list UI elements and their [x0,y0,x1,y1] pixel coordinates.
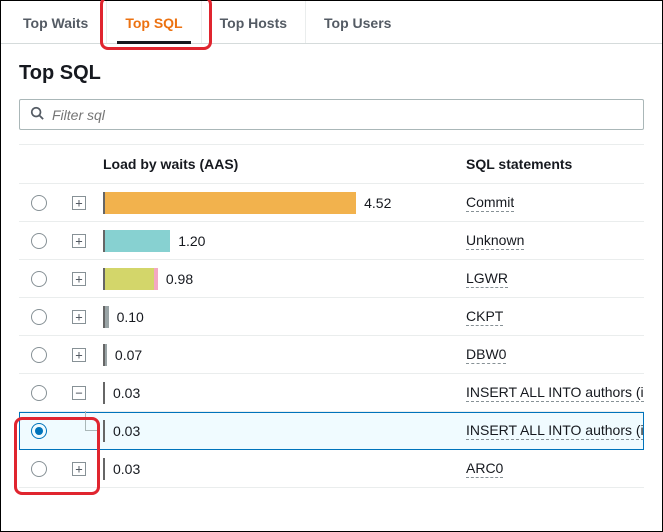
load-bar [103,306,109,328]
expand-icon[interactable]: + [72,348,86,362]
row-radio[interactable] [31,271,47,287]
row-radio[interactable] [31,233,47,249]
expand-icon[interactable]: + [72,234,86,248]
content-panel: Top SQL Load by waits (AAS) SQL statemen… [1,44,662,488]
table-row[interactable]: − 0.03 INSERT ALL INTO authors (id, [19,374,644,412]
tab-top-waits[interactable]: Top Waits [5,1,107,43]
row-radio[interactable] [31,423,47,439]
collapse-icon[interactable]: − [72,386,86,400]
table-row[interactable]: +4.52 Commit [19,184,644,222]
sql-statement-link[interactable]: CKPT [466,308,503,326]
tab-top-sql[interactable]: Top SQL [107,1,201,43]
table-header: Load by waits (AAS) SQL statements [19,144,644,184]
tab-top-hosts[interactable]: Top Hosts [202,1,306,43]
expand-icon[interactable]: + [72,196,86,210]
load-value: 1.20 [178,233,205,249]
table-row[interactable]: +0.10 CKPT [19,298,644,336]
expand-icon[interactable]: + [72,272,86,286]
sql-statement-link[interactable]: Commit [466,194,514,212]
load-bar [103,268,158,290]
sql-statement-link[interactable]: ARC0 [466,460,503,478]
load-value: 4.52 [364,195,391,211]
table-row[interactable]: +0.07 DBW0 [19,336,644,374]
row-radio[interactable] [31,385,47,401]
load-bar [103,230,170,252]
search-input[interactable] [52,107,633,123]
sql-statement-link[interactable]: Unknown [466,232,524,250]
sql-statement-link[interactable]: INSERT ALL INTO authors (id, [466,422,644,440]
expand-icon[interactable]: + [72,310,86,324]
sql-statement-link[interactable]: DBW0 [466,346,506,364]
row-radio[interactable] [31,309,47,325]
expand-icon[interactable]: + [72,462,86,476]
load-value: 0.03 [113,461,140,477]
table-row[interactable]: +0.98 LGWR [19,260,644,298]
sql-statement-link[interactable]: INSERT ALL INTO authors (id, [466,384,644,402]
table-row[interactable]: +1.20 Unknown [19,222,644,260]
tree-connector [85,411,99,431]
load-bar [103,420,105,442]
column-header-load[interactable]: Load by waits (AAS) [99,156,454,172]
load-bar [103,382,105,404]
sql-statement-link[interactable]: LGWR [466,270,508,288]
load-value: 0.03 [113,423,140,439]
tabs-bar: Top Waits Top SQL Top Hosts Top Users [1,1,662,44]
load-bar [103,344,107,366]
row-radio[interactable] [31,347,47,363]
load-value: 0.07 [115,347,142,363]
table-row[interactable]: 0.03 INSERT ALL INTO authors (id, [19,412,644,450]
table-row[interactable]: +0.03 ARC0 [19,450,644,488]
search-box[interactable] [19,99,644,130]
load-value: 0.98 [166,271,193,287]
row-radio[interactable] [31,195,47,211]
top-sql-table: Load by waits (AAS) SQL statements +4.52… [19,144,644,488]
search-icon [30,106,52,123]
section-title: Top SQL [19,62,644,85]
load-bar [103,192,356,214]
load-value: 0.10 [117,309,144,325]
column-header-sql[interactable]: SQL statements [454,156,644,172]
tab-top-users[interactable]: Top Users [306,1,409,43]
load-value: 0.03 [113,385,140,401]
load-bar [103,458,105,480]
row-radio[interactable] [31,461,47,477]
